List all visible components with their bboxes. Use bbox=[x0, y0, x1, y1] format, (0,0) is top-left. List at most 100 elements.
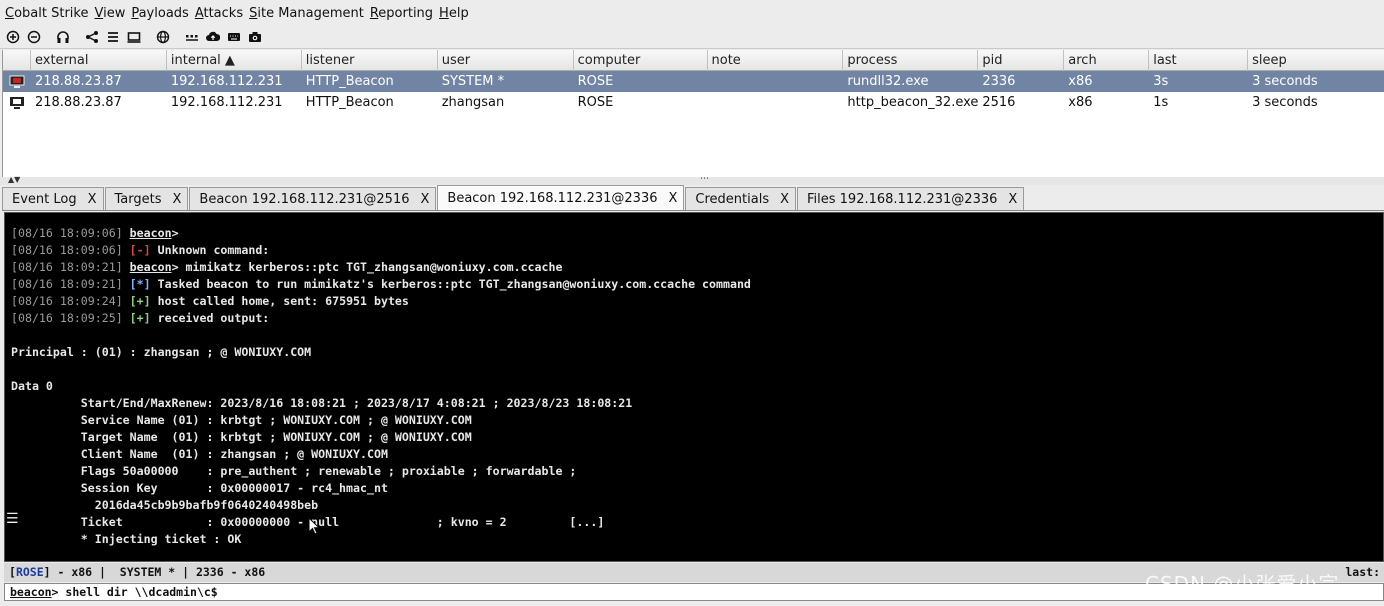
cloud-upload-icon[interactable] bbox=[203, 28, 222, 47]
mouse-cursor-icon bbox=[308, 516, 321, 539]
close-icon[interactable]: X bbox=[1008, 192, 1017, 207]
globe-icon[interactable] bbox=[153, 28, 172, 47]
minus-circle-icon[interactable] bbox=[24, 28, 43, 47]
cell-note bbox=[708, 71, 844, 92]
cell-internal: 192.168.112.231 bbox=[170, 74, 283, 89]
console-line: Data 0 bbox=[11, 379, 53, 393]
cell-last: 1s bbox=[1153, 95, 1169, 110]
console-line: Target Name (01) : krbtgt ; WONIUXY.COM … bbox=[11, 430, 472, 444]
tab-beacon-2516[interactable]: Beacon 192.168.112.231@2516 X bbox=[189, 187, 437, 210]
tab-label: Credentials bbox=[695, 191, 770, 207]
watermark: CSDN @小张爱小宗 bbox=[1145, 572, 1340, 596]
console-line: [08/16 18:09:25] [+] received output: bbox=[11, 311, 270, 325]
tab-beacon-2336[interactable]: Beacon 192.168.112.231@2336 X bbox=[437, 185, 685, 210]
console-blank bbox=[11, 327, 1383, 344]
tab-targets[interactable]: Targets X bbox=[104, 187, 189, 210]
cell-pid: 2336 bbox=[982, 74, 1016, 89]
menu-attacks[interactable]: Attacks bbox=[195, 6, 243, 21]
col-process[interactable]: process bbox=[843, 50, 979, 71]
tab-credentials[interactable]: Credentials X bbox=[685, 187, 796, 210]
beacon-console[interactable]: [08/16 18:09:06] beacon> [08/16 18:09:06… bbox=[4, 212, 1384, 562]
cell-note bbox=[708, 92, 844, 113]
toolbar bbox=[0, 26, 1384, 49]
share-icon[interactable] bbox=[82, 28, 101, 47]
console-line: [08/16 18:09:06] beacon> bbox=[11, 226, 179, 240]
menu-reporting[interactable]: Reporting bbox=[370, 6, 433, 21]
table-row[interactable]: 218.88.23.87 192.168.112.231 HTTP_Beacon… bbox=[3, 71, 1384, 92]
list-icon[interactable] bbox=[103, 28, 122, 47]
menu-bar: Cobalt Strike View Payloads Attacks Site… bbox=[0, 0, 1384, 26]
console-line: [08/16 18:09:21] beacon> mimikatz kerber… bbox=[11, 260, 563, 274]
split-pane-divider[interactable]: ▲▼ ⋯ bbox=[0, 174, 1384, 185]
tab-label: Beacon 192.168.112.231@2516 bbox=[199, 191, 410, 207]
tab-label: Targets bbox=[114, 191, 162, 207]
menu-view[interactable]: View bbox=[94, 6, 125, 21]
col-computer[interactable]: computer bbox=[574, 50, 708, 71]
menu-lines-icon[interactable]: ☰ bbox=[6, 511, 19, 527]
tab-label: Event Log bbox=[12, 191, 77, 207]
cell-external: 218.88.23.87 bbox=[34, 95, 122, 110]
beacon-user-icon bbox=[3, 92, 31, 113]
grip-icon: ⋯ bbox=[700, 174, 709, 184]
cell-user: SYSTEM * bbox=[441, 74, 505, 89]
close-icon[interactable]: X bbox=[421, 192, 430, 207]
col-external[interactable]: external bbox=[31, 50, 167, 71]
cell-pid: 2516 bbox=[982, 95, 1016, 110]
plus-circle-icon[interactable] bbox=[3, 28, 22, 47]
camera-icon[interactable] bbox=[245, 28, 264, 47]
cell-listener: HTTP_Beacon bbox=[305, 74, 394, 89]
col-internal[interactable]: internal ▲ bbox=[167, 50, 302, 71]
console-line: [08/16 18:09:06] [-] Unknown command: bbox=[11, 243, 270, 257]
headphones-icon[interactable] bbox=[53, 28, 72, 47]
col-sleep[interactable]: sleep bbox=[1248, 50, 1384, 71]
col-last[interactable]: last bbox=[1149, 50, 1249, 71]
col-arch[interactable]: arch bbox=[1064, 50, 1150, 71]
tab-bar: Event Log X Targets X Beacon 192.168.112.2… bbox=[2, 185, 1384, 211]
console-line: Start/End/MaxRenew: 2023/8/16 18:08:21 ;… bbox=[11, 396, 633, 410]
cell-user: zhangsan bbox=[441, 95, 505, 110]
tab-files[interactable]: Files 192.168.112.231@2336 X bbox=[797, 187, 1025, 210]
console-line: Session Key : 0x00000017 - rc4_hmac_nt bbox=[11, 481, 388, 495]
collapse-arrows-icon[interactable]: ▲▼ bbox=[8, 176, 20, 184]
console-line: Ticket : 0x00000000 - null ; kvno = 2 [.… bbox=[11, 515, 605, 529]
col-listener[interactable]: listener bbox=[302, 50, 438, 71]
menu-help[interactable]: Help bbox=[439, 6, 469, 21]
beacon-table: external internal ▲ listener user comput… bbox=[2, 50, 1384, 177]
col-note[interactable]: note bbox=[708, 50, 844, 71]
col-pid[interactable]: pid bbox=[978, 50, 1065, 71]
col-user[interactable]: user bbox=[438, 50, 574, 71]
cell-sleep: 3 seconds bbox=[1252, 74, 1318, 89]
keyboard-icon[interactable] bbox=[224, 28, 243, 47]
monitor-icon[interactable] bbox=[124, 28, 143, 47]
close-icon[interactable]: X bbox=[669, 191, 678, 206]
menu-cobalt-strike[interactable]: Cobalt Strike bbox=[5, 6, 88, 21]
tab-label: Beacon 192.168.112.231@2336 bbox=[447, 190, 658, 206]
close-icon[interactable]: X bbox=[88, 192, 97, 207]
cell-arch: x86 bbox=[1068, 95, 1093, 110]
col-icon[interactable] bbox=[3, 50, 31, 71]
beacon-admin-icon bbox=[3, 71, 31, 92]
cell-sleep: 3 seconds bbox=[1252, 95, 1318, 110]
console-line: Service Name (01) : krbtgt ; WONIUXY.COM… bbox=[11, 413, 472, 427]
close-icon[interactable]: X bbox=[173, 192, 182, 207]
console-line: Flags 50a00000 : pre_authent ; renewable… bbox=[11, 464, 577, 478]
cell-listener: HTTP_Beacon bbox=[305, 95, 394, 110]
console-line: [08/16 18:09:21] [*] Tasked beacon to ru… bbox=[11, 277, 751, 291]
tab-label: Files 192.168.112.231@2336 bbox=[807, 191, 998, 207]
cell-last: 3s bbox=[1153, 74, 1169, 89]
close-icon[interactable]: X bbox=[780, 192, 789, 207]
dots-icon[interactable] bbox=[182, 28, 201, 47]
console-line: Principal : (01) : zhangsan ; @ WONIUXY.… bbox=[11, 345, 312, 359]
cell-internal: 192.168.112.231 bbox=[170, 95, 283, 110]
table-header: external internal ▲ listener user comput… bbox=[3, 50, 1384, 71]
table-row[interactable]: 218.88.23.87 192.168.112.231 HTTP_Beacon… bbox=[3, 92, 1384, 113]
console-line: [08/16 18:09:24] [+] host called home, s… bbox=[11, 294, 409, 308]
console-blank bbox=[11, 361, 1383, 378]
console-line: 2016da45cb9b9bafb9f0640240498beb bbox=[11, 498, 319, 512]
cell-arch: x86 bbox=[1068, 74, 1093, 89]
menu-site-management[interactable]: Site Management bbox=[249, 6, 364, 21]
cell-external: 218.88.23.87 bbox=[34, 74, 122, 89]
cell-computer: ROSE bbox=[577, 74, 614, 89]
menu-payloads[interactable]: Payloads bbox=[131, 6, 188, 21]
tab-event-log[interactable]: Event Log X bbox=[2, 187, 104, 210]
